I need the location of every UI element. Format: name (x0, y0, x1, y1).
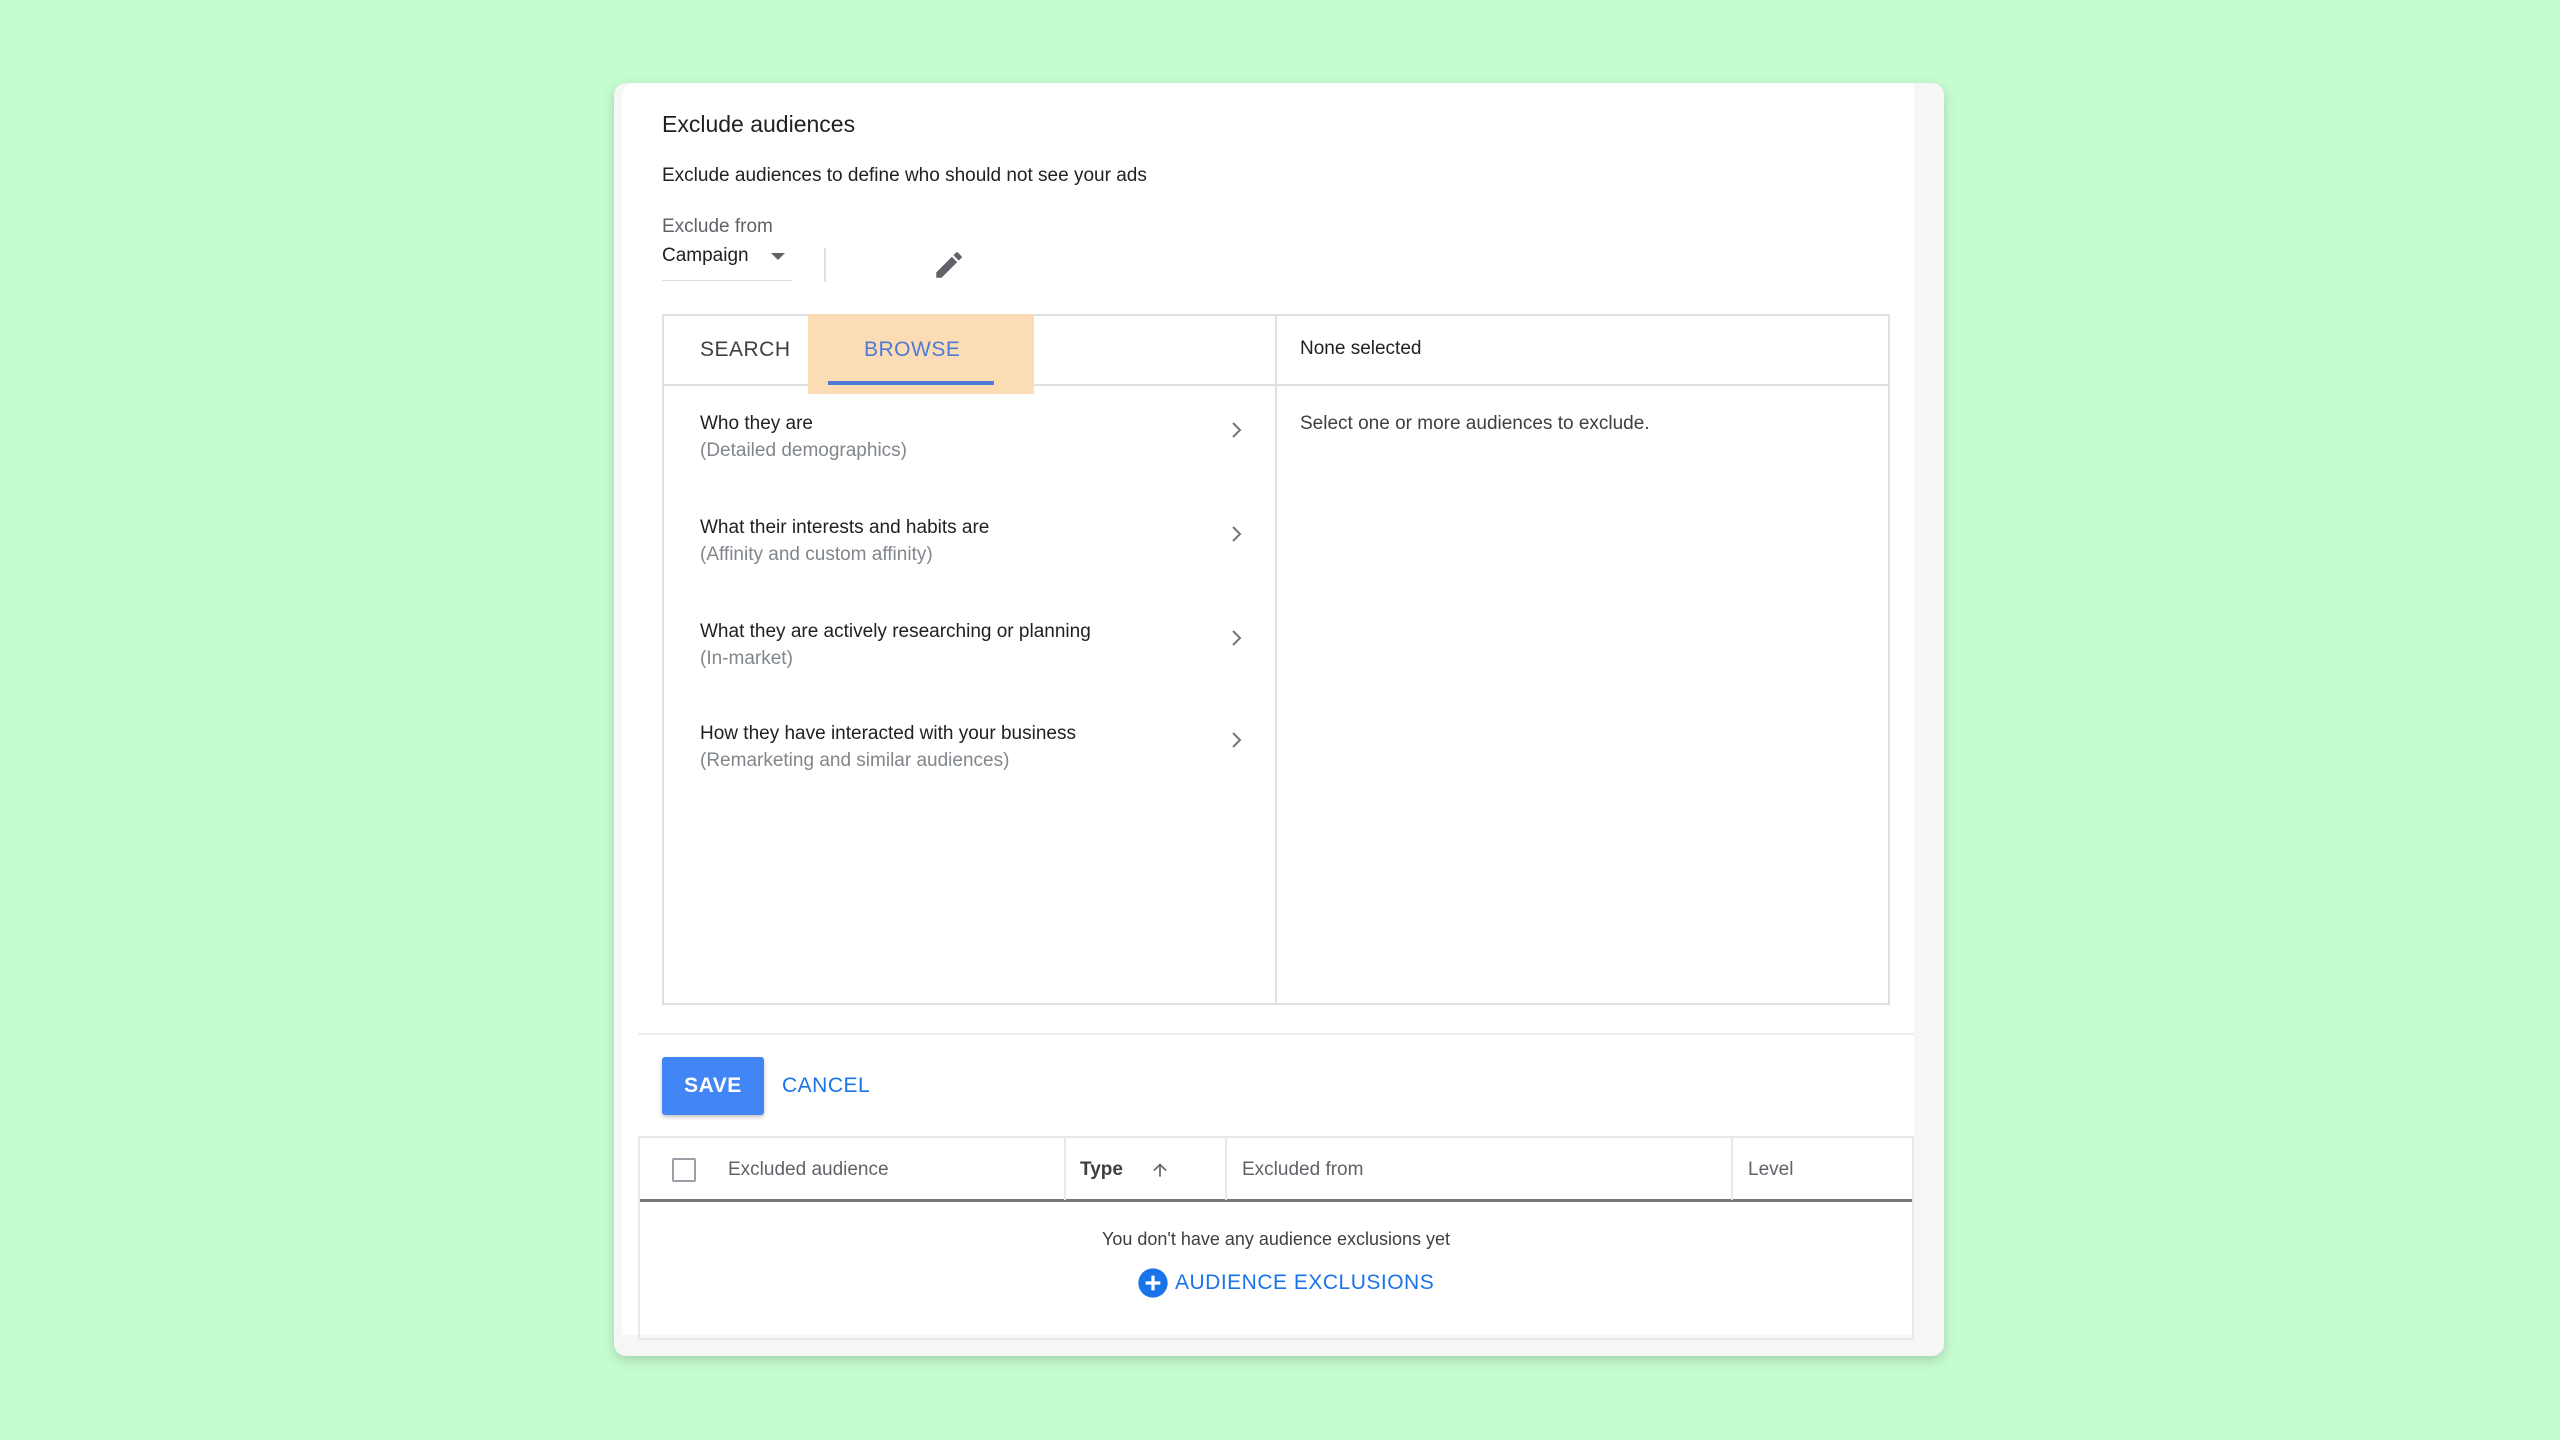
sort-arrow-up-icon (1153, 1163, 1167, 1177)
column-label: Level (1748, 1159, 1794, 1180)
cancel-button[interactable]: CANCEL (782, 1057, 892, 1115)
column-divider (1225, 1138, 1227, 1200)
column-excluded-from[interactable]: Excluded from (1242, 1138, 1732, 1200)
category-sublabel: (Affinity and custom affinity) (700, 544, 933, 565)
exclude-audiences-card: Exclude audiences Exclude audiences to d… (614, 83, 1944, 1356)
column-excluded-audience[interactable]: Excluded audience (728, 1138, 1058, 1200)
category-sublabel: (Detailed demographics) (700, 440, 907, 461)
category-label: How they have interacted with your busin… (700, 723, 1076, 744)
column-label: Excluded audience (728, 1159, 889, 1180)
category-sublabel: (In-market) (700, 648, 793, 669)
chevron-right-icon (1232, 422, 1242, 438)
pencil-icon[interactable] (932, 248, 966, 282)
audience-browser-panel: SEARCH BROWSE None selected Select one o… (662, 314, 1890, 1005)
add-audience-exclusions-label: AUDIENCE EXCLUSIONS (1175, 1271, 1435, 1294)
add-audience-exclusions-button[interactable]: AUDIENCE EXCLUSIONS (1137, 1267, 1434, 1301)
category-label: Who they are (700, 413, 813, 434)
field-divider (824, 248, 826, 282)
dialog-subtitle: Exclude audiences to define who should n… (662, 165, 1147, 186)
save-button[interactable]: SAVE (662, 1057, 764, 1115)
active-tab-indicator (828, 381, 994, 385)
dropdown-caret-icon (771, 253, 785, 260)
exclude-from-value: Campaign (662, 245, 749, 266)
selection-header: None selected (1300, 338, 1422, 359)
chevron-right-icon (1232, 630, 1242, 646)
category-item-interests-habits[interactable]: What their interests and habits are (Aff… (664, 517, 1275, 617)
add-circle-icon (1138, 1268, 1168, 1298)
tab-search-label: SEARCH (700, 338, 791, 361)
column-label: Excluded from (1242, 1159, 1364, 1180)
panel-divider (1275, 316, 1277, 1003)
category-sublabel: (Remarketing and similar audiences) (700, 750, 1010, 771)
selection-hint: Select one or more audiences to exclude. (1300, 413, 1650, 434)
dialog-title: Exclude audiences (662, 111, 856, 137)
chevron-right-icon (1232, 526, 1242, 542)
column-label: Type (1080, 1159, 1123, 1180)
exclude-from-select[interactable]: Campaign (662, 241, 792, 281)
exclude-audiences-dialog: Exclude audiences Exclude audiences to d… (622, 83, 1914, 1340)
category-item-researching-planning[interactable]: What they are actively researching or pl… (664, 621, 1275, 721)
exclusions-table: Excluded audience Type Excluded from Lev… (638, 1136, 1914, 1340)
tab-search[interactable]: SEARCH (664, 316, 814, 384)
actions-divider (638, 1033, 1914, 1035)
column-type[interactable]: Type (1080, 1138, 1230, 1200)
category-label: What they are actively researching or pl… (700, 621, 1091, 642)
empty-state-message: You don't have any audience exclusions y… (1101, 1229, 1451, 1249)
category-label: What their interests and habits are (700, 517, 990, 538)
column-divider (1064, 1138, 1066, 1200)
column-level[interactable]: Level (1748, 1138, 1908, 1200)
category-item-who-they-are[interactable]: Who they are (Detailed demographics) (664, 413, 1275, 513)
tab-browse[interactable]: BROWSE (808, 314, 1034, 394)
column-divider (1731, 1138, 1733, 1200)
chevron-right-icon (1232, 732, 1242, 748)
tab-browse-label: BROWSE (864, 338, 961, 361)
table-header: Excluded audience Type Excluded from Lev… (640, 1138, 1912, 1202)
exclude-from-label: Exclude from (662, 216, 773, 237)
category-item-interacted-business[interactable]: How they have interacted with your busin… (664, 723, 1275, 823)
select-all-checkbox[interactable] (672, 1158, 696, 1182)
